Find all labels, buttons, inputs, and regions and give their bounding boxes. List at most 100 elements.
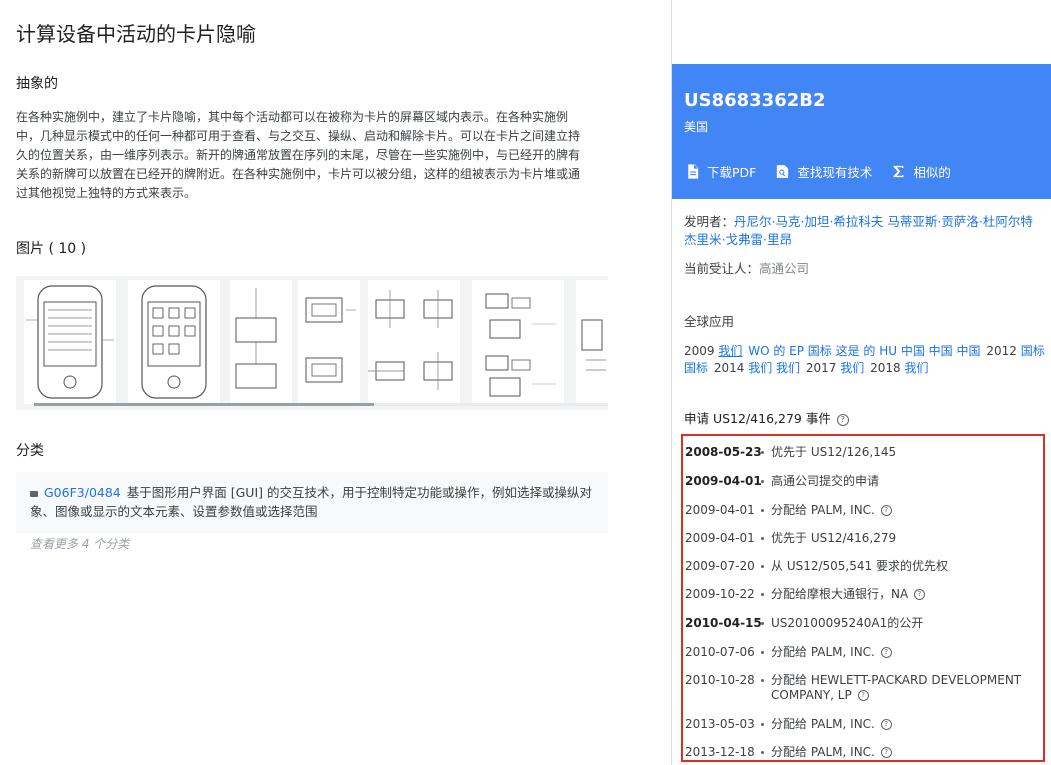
inventors-label: 发明者：	[684, 214, 735, 229]
figures-heading: 图片 ( 10 )	[16, 241, 87, 257]
figure-thumbnail[interactable]	[472, 280, 564, 404]
patent-country: 美国	[684, 120, 709, 134]
page-title: 计算设备中活动的卡片隐喻	[16, 22, 256, 46]
event-description: 分配给摩根大通银行，NA	[771, 587, 909, 601]
bullet-icon	[761, 622, 764, 625]
bullet-icon	[761, 565, 764, 568]
patent-actions: 下载PDF 查找现有技术 相似的	[684, 162, 951, 181]
bullet-icon	[761, 723, 764, 726]
event-date: 2010-07-06	[685, 645, 755, 659]
world-applications: 2009 我们 WO 的 EP 国标 这是 的 HU 中国 中国 中国 2012…	[684, 343, 1049, 377]
diagram-figure-image	[485, 293, 556, 397]
diagram-figure-image	[368, 290, 453, 390]
help-icon[interactable]: ?	[857, 690, 869, 701]
prior-art-label: 查找现有技术	[797, 165, 873, 180]
prior-art-button[interactable]: 查找现有技术	[774, 162, 872, 181]
inventors-link[interactable]: 丹尼尔·马克·加坦·希拉科夫 马蒂亚斯·贡萨洛·杜阿尔特 杰里米·戈弗雷·里昂	[684, 214, 1033, 247]
inventors-row: 发明者：丹尼尔·马克·加坦·希拉科夫 马蒂亚斯·贡萨洛·杜阿尔特 杰里米·戈弗雷…	[684, 213, 1044, 249]
download-pdf-label: 下载PDF	[707, 165, 757, 180]
bullet-icon	[761, 451, 764, 454]
abstract-text: 在各种实施例中，建立了卡片隐喻，其中每个活动都可以在被称为卡片的屏幕区域内表示。…	[16, 110, 581, 200]
world-year: 2018	[870, 361, 901, 375]
download-pdf-button[interactable]: 下载PDF	[684, 162, 756, 181]
events-timeline: 2008-05-23 优先于 US12/126,145 2009-04-01 高通公…	[681, 434, 1045, 762]
figure-thumbnail[interactable]	[24, 280, 116, 404]
world-year: 2009	[684, 344, 715, 358]
similar-label: 相似的	[913, 165, 951, 180]
events-title: 申请 US12/416,279 事件 ?	[684, 408, 849, 427]
world-country-link[interactable]: WO 的 EP 国标 这是 的 HU 中国 中国 中国	[748, 344, 980, 358]
world-year: 2012	[986, 344, 1017, 358]
help-icon[interactable]: ?	[880, 647, 892, 658]
event-description: 从 US12/505,541 要求的优先权	[771, 559, 948, 573]
figure-thumbnail[interactable]	[576, 280, 608, 404]
bullet-icon	[761, 651, 764, 654]
figure-thumbnail[interactable]	[230, 280, 292, 404]
figures-carousel[interactable]	[16, 276, 608, 410]
assignee-value[interactable]: 高通公司	[759, 261, 809, 276]
help-icon[interactable]: ?	[914, 589, 926, 600]
figure-thumbnail[interactable]	[298, 280, 360, 404]
world-year: 2017	[805, 361, 837, 375]
diagram-figure-image	[581, 319, 606, 371]
event-description: 优先于 US12/126,145	[771, 445, 897, 459]
world-country-link[interactable]: 我们	[840, 361, 864, 375]
world-country-link[interactable]: 我们 我们	[748, 361, 800, 375]
phone-figure-image	[141, 285, 207, 399]
more-classifications-link[interactable]: 查看更多 4 个分类	[30, 535, 129, 552]
bullet-icon	[30, 490, 38, 497]
diagram-figure-image	[305, 297, 356, 383]
world-heading: 全球应用	[684, 314, 735, 329]
world-country-link[interactable]: 我们	[904, 361, 928, 375]
event-description: 分配给 PALM, INC.	[771, 645, 875, 659]
sigma-icon	[893, 165, 904, 178]
bullet-icon	[761, 751, 764, 754]
help-icon[interactable]: ?	[836, 413, 849, 426]
event-description: 优先于 US12/416,279	[771, 531, 897, 545]
event-description: 分配给 PALM, INC.	[771, 503, 875, 517]
bullet-icon	[761, 679, 764, 682]
assignee-label: 当前受让人：	[684, 261, 760, 276]
event-date: 2010-04-15	[685, 616, 762, 630]
patent-header-card: US8683362B2 美国 下载PDF 查找现有技术 相似的	[672, 64, 1051, 199]
event-date: 2013-12-18	[685, 745, 755, 759]
world-country-link[interactable]: 我们	[718, 344, 742, 358]
event-date: 2009-04-01	[685, 531, 755, 545]
phone-figure-image	[26, 285, 114, 399]
help-icon[interactable]: ?	[880, 505, 892, 516]
assignee-row: 当前受让人：高通公司	[684, 260, 1044, 278]
event-date: 2009-04-01	[685, 503, 755, 517]
event-date: 2010-10-28	[685, 673, 755, 687]
world-year: 2014	[713, 361, 745, 375]
figure-thumbnail[interactable]	[128, 280, 220, 404]
events-title-text: 申请 US12/416,279 事件	[684, 411, 831, 426]
help-icon[interactable]: ?	[880, 719, 892, 730]
search-icon	[777, 165, 789, 178]
event-description: US20100095240A1的公开	[771, 616, 924, 630]
similar-button[interactable]: 相似的	[890, 162, 951, 181]
classification-item: G06F3/0484 基于图形用户界面 [GUI] 的交互技术，用于控制特定功能或…	[16, 472, 608, 533]
figures-scrollbar[interactable]	[34, 403, 608, 406]
event-description: 分配给 HEWLETT-PACKARD DEVELOPMENT COMPANY,…	[771, 673, 1022, 702]
patent-sidebar: US8683362B2 美国 下载PDF 查找现有技术 相似的 发明者：丹尼尔·…	[671, 0, 1051, 765]
bullet-icon	[761, 537, 764, 540]
bullet-icon	[761, 480, 764, 483]
event-date: 2008-05-23	[685, 445, 762, 459]
figures-scrollbar-thumb[interactable]	[34, 403, 374, 406]
event-description: 分配给 PALM, INC.	[771, 745, 875, 759]
event-date: 2009-07-20	[685, 559, 755, 573]
help-icon[interactable]: ?	[880, 747, 892, 758]
event-description: 分配给 PALM, INC.	[771, 717, 875, 731]
event-date: 2013-05-03	[685, 717, 755, 731]
pdf-icon	[688, 164, 699, 179]
event-date: 2009-04-01	[685, 474, 762, 488]
figure-thumbnail[interactable]	[368, 280, 460, 404]
bullet-icon	[761, 509, 764, 512]
bullet-icon	[761, 593, 764, 596]
classification-heading: 分类	[16, 443, 44, 459]
event-date: 2009-10-22	[685, 587, 755, 601]
diagram-figure-image	[235, 288, 277, 389]
event-description: 高通公司提交的申请	[771, 474, 880, 488]
abstract-heading: 抽象的	[16, 76, 58, 92]
classification-code-link[interactable]: G06F3/0484	[44, 485, 121, 500]
